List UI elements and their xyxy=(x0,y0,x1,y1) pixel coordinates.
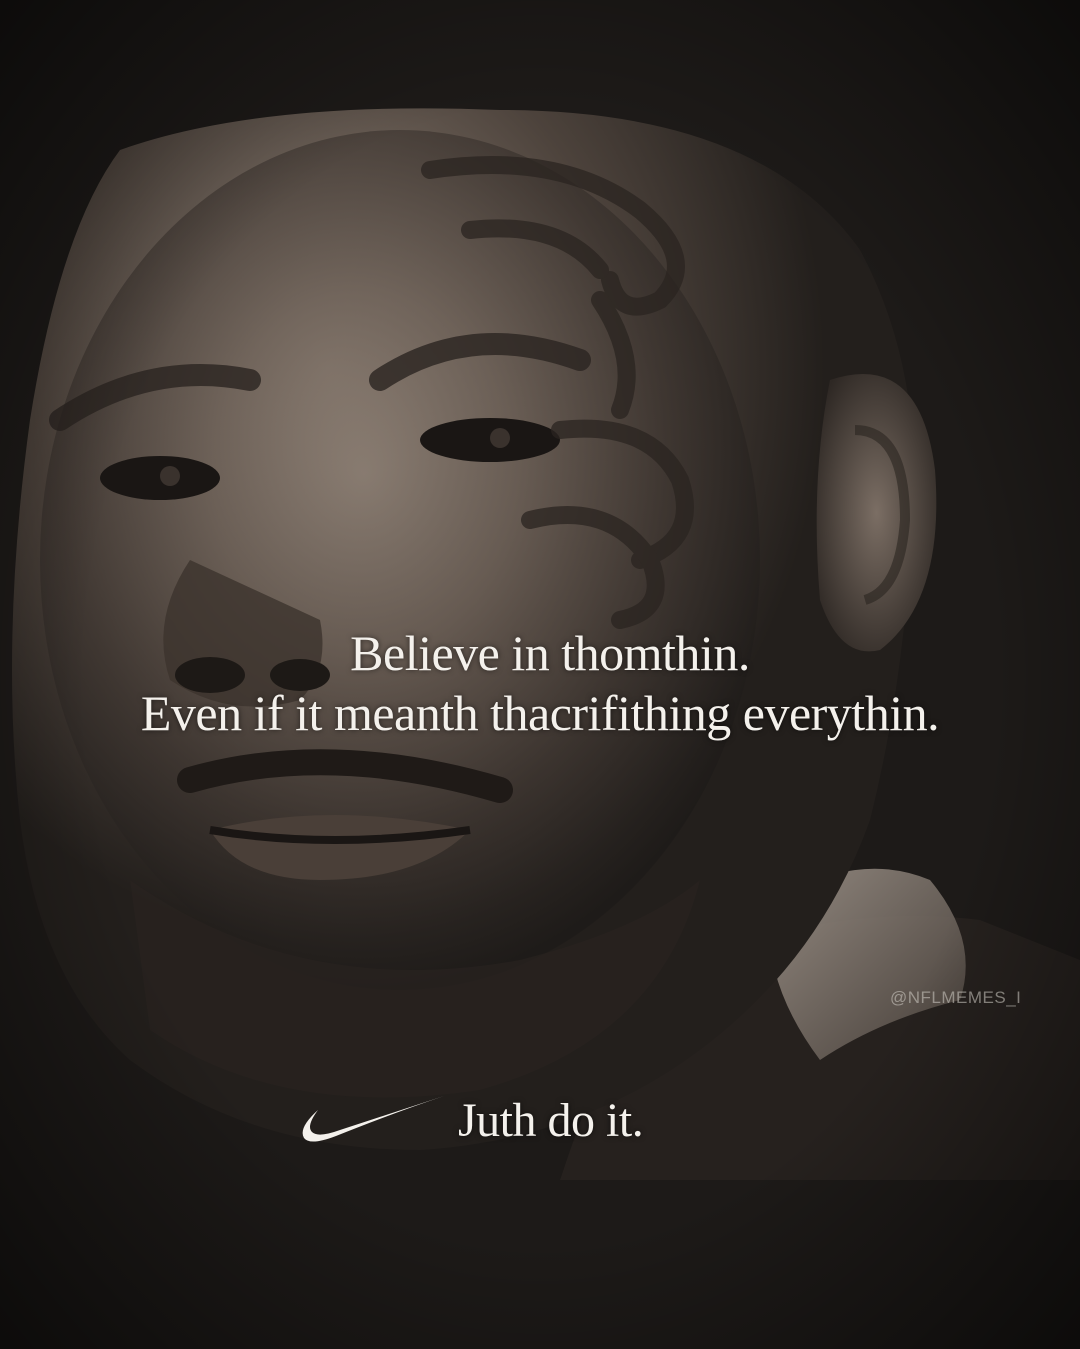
brand-tagline: Juth do it. xyxy=(296,1086,644,1156)
quote-line-2: Even if it meanth thacrifithing everythi… xyxy=(140,685,940,741)
swoosh-logo-icon xyxy=(302,1096,444,1142)
meme-poster: Believe in thomthin. Even if it meanth t… xyxy=(0,0,1080,1349)
tagline-text: Juth do it. xyxy=(458,1094,644,1147)
quote-line-1: Believe in thomthin. xyxy=(350,625,750,681)
watermark-handle: @NFLMEMES_I xyxy=(890,988,1022,1007)
